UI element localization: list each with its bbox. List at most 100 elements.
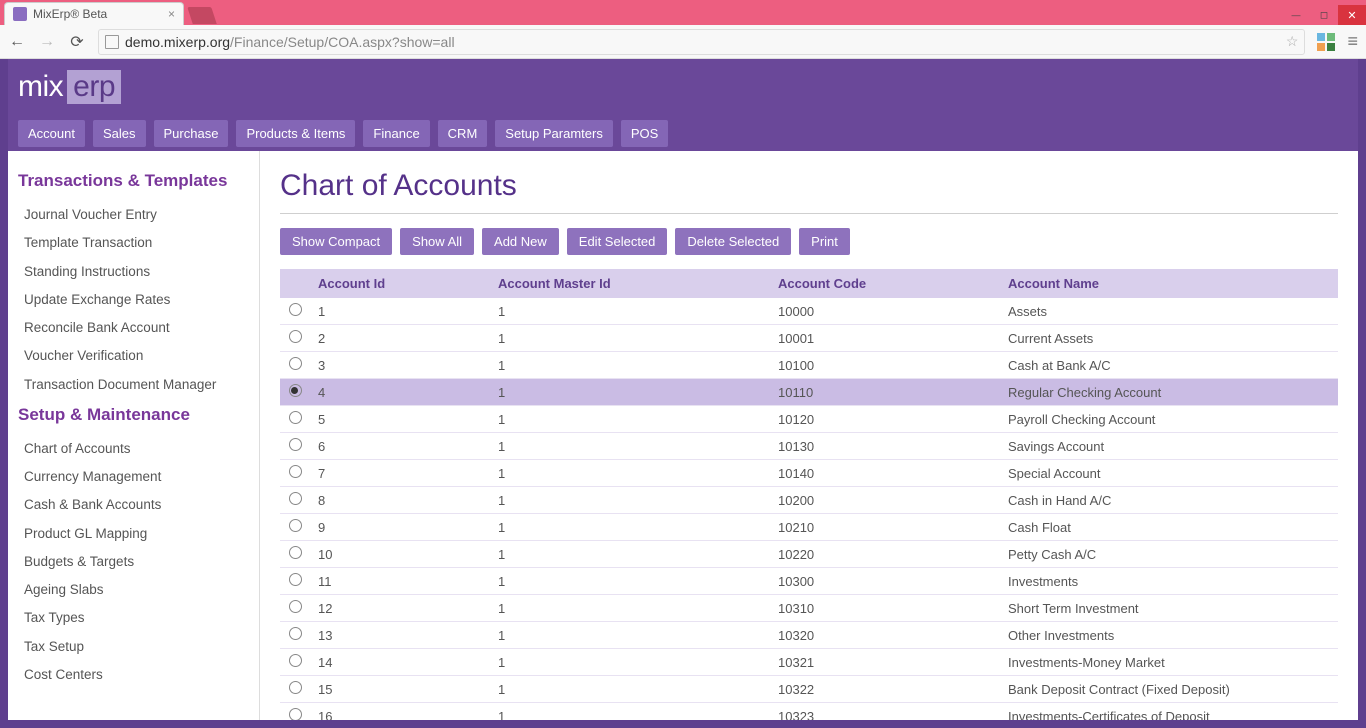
table-row[interactable]: 4110110Regular Checking Account	[280, 379, 1338, 406]
sidebar-item[interactable]: Update Exchange Rates	[18, 286, 249, 314]
row-radio[interactable]	[289, 438, 302, 451]
row-select-cell[interactable]	[280, 487, 310, 514]
table-row[interactable]: 10110220Petty Cash A/C	[280, 541, 1338, 568]
row-select-cell[interactable]	[280, 379, 310, 406]
row-radio[interactable]	[289, 384, 302, 397]
action-button[interactable]: Delete Selected	[675, 228, 791, 255]
top-menu-item[interactable]: Account	[18, 120, 85, 147]
row-select-cell[interactable]	[280, 676, 310, 703]
row-radio[interactable]	[289, 654, 302, 667]
table-row[interactable]: 11110300Investments	[280, 568, 1338, 595]
row-select-cell[interactable]	[280, 325, 310, 352]
row-radio[interactable]	[289, 465, 302, 478]
top-menu-item[interactable]: Purchase	[154, 120, 229, 147]
table-row[interactable]: 9110210Cash Float	[280, 514, 1338, 541]
sidebar-item[interactable]: Reconcile Bank Account	[18, 314, 249, 342]
row-radio[interactable]	[289, 357, 302, 370]
table-row[interactable]: 2110001Current Assets	[280, 325, 1338, 352]
row-radio[interactable]	[289, 573, 302, 586]
hamburger-icon[interactable]: ≡	[1347, 31, 1358, 52]
row-select-cell[interactable]	[280, 649, 310, 676]
row-radio[interactable]	[289, 492, 302, 505]
top-menu-item[interactable]: CRM	[438, 120, 488, 147]
row-select-cell[interactable]	[280, 406, 310, 433]
row-radio[interactable]	[289, 600, 302, 613]
row-select-cell[interactable]	[280, 703, 310, 721]
row-radio[interactable]	[289, 519, 302, 532]
sidebar-item[interactable]: Budgets & Targets	[18, 548, 249, 576]
new-tab-button[interactable]	[187, 7, 217, 24]
row-radio[interactable]	[289, 546, 302, 559]
row-radio[interactable]	[289, 681, 302, 694]
table-row[interactable]: 16110323Investments-Certificates of Depo…	[280, 703, 1338, 721]
table-row[interactable]: 5110120Payroll Checking Account	[280, 406, 1338, 433]
sidebar-item[interactable]: Chart of Accounts	[18, 435, 249, 463]
table-row[interactable]: 6110130Savings Account	[280, 433, 1338, 460]
action-button[interactable]: Show Compact	[280, 228, 392, 255]
row-radio[interactable]	[289, 708, 302, 720]
sidebar-item[interactable]: Transaction Document Manager	[18, 371, 249, 399]
sidebar-item[interactable]: Tax Setup	[18, 633, 249, 661]
reload-icon[interactable]: ⟳	[68, 32, 86, 52]
row-select-cell[interactable]	[280, 433, 310, 460]
sidebar-item[interactable]: Tax Types	[18, 604, 249, 632]
browser-tab[interactable]: MixErp® Beta ×	[4, 2, 184, 25]
row-select-cell[interactable]	[280, 514, 310, 541]
window-close-button[interactable]	[1338, 5, 1366, 25]
table-header[interactable]: Account Master Id	[490, 269, 770, 298]
sidebar-item[interactable]: Currency Management	[18, 463, 249, 491]
top-menu-item[interactable]: Products & Items	[236, 120, 355, 147]
sidebar-item[interactable]: Product GL Mapping	[18, 520, 249, 548]
table-row[interactable]: 13110320Other Investments	[280, 622, 1338, 649]
sidebar-item[interactable]: Cost Centers	[18, 661, 249, 689]
row-select-cell[interactable]	[280, 541, 310, 568]
sidebar-item[interactable]: Journal Voucher Entry	[18, 201, 249, 229]
table-cell: 16	[310, 703, 490, 721]
table-row[interactable]: 12110310Short Term Investment	[280, 595, 1338, 622]
close-icon[interactable]: ×	[168, 7, 175, 21]
table-row[interactable]: 8110200Cash in Hand A/C	[280, 487, 1338, 514]
table-cell: 11	[310, 568, 490, 595]
row-select-cell[interactable]	[280, 595, 310, 622]
address-bar[interactable]: demo.mixerp.org/Finance/Setup/COA.aspx?s…	[98, 29, 1305, 55]
row-radio[interactable]	[289, 330, 302, 343]
row-select-cell[interactable]	[280, 568, 310, 595]
sidebar-item[interactable]: Cash & Bank Accounts	[18, 491, 249, 519]
row-radio[interactable]	[289, 627, 302, 640]
page-title: Chart of Accounts	[280, 169, 1338, 203]
action-button[interactable]: Add New	[482, 228, 559, 255]
sidebar-item[interactable]: Voucher Verification	[18, 342, 249, 370]
row-radio[interactable]	[289, 303, 302, 316]
table-row[interactable]: 1110000Assets	[280, 298, 1338, 325]
table-row[interactable]: 15110322Bank Deposit Contract (Fixed Dep…	[280, 676, 1338, 703]
maximize-button[interactable]	[1310, 5, 1338, 25]
top-menu-item[interactable]: Sales	[93, 120, 146, 147]
sidebar-item[interactable]: Ageing Slabs	[18, 576, 249, 604]
row-select-cell[interactable]	[280, 298, 310, 325]
action-button[interactable]: Print	[799, 228, 850, 255]
row-select-cell[interactable]	[280, 460, 310, 487]
table-row[interactable]: 3110100Cash at Bank A/C	[280, 352, 1338, 379]
action-button[interactable]: Show All	[400, 228, 474, 255]
row-select-cell[interactable]	[280, 352, 310, 379]
top-menu-item[interactable]: POS	[621, 120, 668, 147]
table-row[interactable]: 7110140Special Account	[280, 460, 1338, 487]
table-cell: 1	[490, 379, 770, 406]
sidebar-item[interactable]: Standing Instructions	[18, 258, 249, 286]
top-menu-item[interactable]: Finance	[363, 120, 429, 147]
back-icon[interactable]: ←	[8, 33, 26, 51]
minimize-button[interactable]	[1282, 5, 1310, 25]
sidebar-item[interactable]: Template Transaction	[18, 229, 249, 257]
forward-icon[interactable]: →	[38, 33, 56, 51]
row-select-cell[interactable]	[280, 622, 310, 649]
bookmark-icon[interactable]: ☆	[1286, 33, 1299, 50]
table-cell: 13	[310, 622, 490, 649]
table-header[interactable]: Account Id	[310, 269, 490, 298]
table-header[interactable]: Account Code	[770, 269, 1000, 298]
table-row[interactable]: 14110321Investments-Money Market	[280, 649, 1338, 676]
top-menu-item[interactable]: Setup Paramters	[495, 120, 613, 147]
row-radio[interactable]	[289, 411, 302, 424]
action-button[interactable]: Edit Selected	[567, 228, 668, 255]
table-header[interactable]: Account Name	[1000, 269, 1338, 298]
extension-icon[interactable]	[1317, 33, 1335, 51]
